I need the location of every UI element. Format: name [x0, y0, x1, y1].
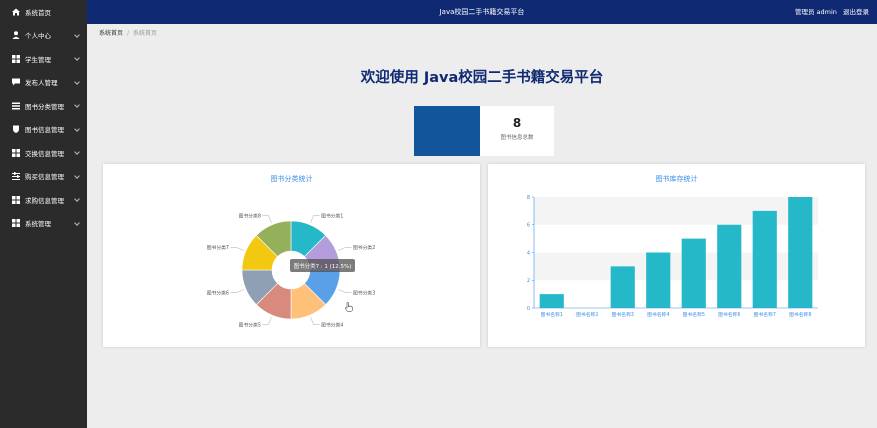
- chevron-down-icon: [74, 31, 80, 38]
- chevron-down-icon: [74, 149, 80, 155]
- pie-label-line: [310, 215, 320, 223]
- chat-icon: [12, 78, 20, 86]
- y-tick-label: 8: [527, 195, 530, 201]
- sidebar-item-books[interactable]: 图书信息管理: [0, 118, 87, 142]
- stat-label: 图书信息总数: [500, 135, 534, 141]
- chevron-down-icon: [74, 172, 80, 179]
- sidebar-item-label: 图书分类管理: [25, 102, 64, 111]
- pie-label-line: [262, 215, 272, 223]
- logout-button[interactable]: 退出登录: [843, 8, 869, 16]
- chevron-down-icon: [74, 78, 80, 85]
- bar[interactable]: [752, 210, 777, 308]
- chevron-down-icon: [74, 219, 80, 226]
- sidebar-item-label: 系统首页: [25, 8, 51, 17]
- bar[interactable]: [646, 252, 671, 309]
- sidebar-item-label: 个人中心: [25, 32, 51, 41]
- top-header: Java校园二手书籍交易平台 管理员 admin 退出登录: [87, 0, 877, 24]
- x-tick-label: 图书名称2: [576, 311, 598, 318]
- pie-label-line: [262, 317, 272, 325]
- pie-label: 图书分类7: [207, 244, 229, 251]
- pie-label: 图书分类8: [239, 212, 261, 219]
- stat-card: 8 图书信息总数: [480, 106, 554, 156]
- pie-label-line: [310, 317, 320, 325]
- x-tick-label: 图书名称8: [789, 311, 811, 318]
- stock-bar-chart[interactable]: 0 2 4 6 8 图书名称1 图书名称2 图书名称3 图书名称4 图书名称5 图书名称6 图书名称7…: [488, 164, 865, 347]
- stat-value: 8: [512, 116, 522, 130]
- sidebar-item-label: 求购信息管理: [25, 196, 64, 205]
- grid-icon: [12, 54, 20, 63]
- y-tick-label: 2: [527, 278, 530, 284]
- pie-label: 图书分类5: [239, 321, 261, 328]
- header-user-area: 管理员 admin 退出登录: [791, 0, 869, 24]
- bar[interactable]: [610, 266, 635, 308]
- pie-label-line: [338, 289, 352, 293]
- x-tick-label: 图书名称5: [683, 311, 705, 318]
- y-tick-label: 0: [527, 306, 530, 312]
- x-tick-label: 图书名称6: [718, 311, 740, 318]
- pie-label-line: [338, 247, 352, 251]
- x-tick-label: 图书名称4: [647, 311, 669, 318]
- sliders-icon: [12, 172, 20, 181]
- pie-label: 图书分类2: [353, 244, 375, 251]
- sidebar-item-label: 交换信息管理: [25, 149, 64, 158]
- breadcrumb-separator: /: [127, 30, 130, 37]
- bar[interactable]: [788, 197, 813, 308]
- chevron-down-icon: [74, 55, 80, 61]
- pie-label: 图书分类4: [321, 321, 343, 328]
- app-title: Java校园二手书籍交易平台: [439, 8, 525, 16]
- grid-icon: [12, 148, 20, 157]
- sidebar-item-label: 系统管理: [25, 220, 51, 229]
- x-tick-label: 图书名称7: [754, 311, 776, 318]
- chevron-down-icon: [74, 196, 80, 202]
- stat-icon-block: [414, 106, 480, 156]
- page-title: 欢迎使用 Java校园二手书籍交易平台: [360, 70, 604, 86]
- sidebar-item-exchange[interactable]: 交换信息管理: [0, 141, 87, 165]
- admin-user-label[interactable]: 管理员 admin: [795, 8, 837, 16]
- pie-label-line: [230, 289, 244, 293]
- sidebar-item-label: 学生管理: [25, 55, 51, 64]
- pie-label-line: [230, 247, 244, 251]
- category-donut-chart[interactable]: 图书分类1 图书分类2 图书分类3 图书分类4 图书分类5 图书分类6 图书分类7 图书分类8…: [103, 164, 480, 347]
- sidebar: 系统首页 个人中心 学生管理 发布人管理 图书分类管理 图书信息管理 交换信息管…: [0, 0, 87, 428]
- category-chart-panel: 图书分类统计 图书分类1 图书分类2 图书分类3 图书分类4 图书分类5 图书分类6 图书分…: [103, 164, 480, 347]
- user-icon: [12, 31, 20, 40]
- sidebar-item-students[interactable]: 学生管理: [0, 47, 87, 71]
- sidebar-item-wanted[interactable]: 求购信息管理: [0, 188, 87, 212]
- tooltip-text: 图书分类7 : 1 (12.5%): [294, 262, 352, 270]
- bar[interactable]: [717, 224, 742, 308]
- grid-icon: [12, 195, 20, 204]
- pie-label: 图书分类3: [353, 289, 375, 296]
- y-tick-label: 4: [527, 250, 530, 256]
- sidebar-item-label: 购买信息管理: [25, 173, 64, 182]
- sidebar-item-book-categories[interactable]: 图书分类管理: [0, 94, 87, 118]
- sidebar-item-home[interactable]: 系统首页: [0, 0, 87, 24]
- chart-title: 图书分类统计: [270, 175, 313, 183]
- breadcrumb: 系统首页 / 系统首页: [99, 28, 157, 37]
- x-tick-label: 图书名称3: [612, 311, 634, 318]
- pie-label: 图书分类1: [321, 212, 343, 219]
- breadcrumb-current: 系统首页: [133, 30, 158, 37]
- shield-icon: [12, 125, 20, 134]
- breadcrumb-home[interactable]: 系统首页: [99, 30, 123, 37]
- sidebar-item-profile[interactable]: 个人中心: [0, 24, 87, 48]
- sidebar-item-label: 发布人管理: [25, 79, 58, 88]
- sidebar-item-purchase[interactable]: 购买信息管理: [0, 165, 87, 189]
- grid-icon: [12, 219, 20, 228]
- sidebar-item-label: 图书信息管理: [25, 126, 64, 135]
- stock-chart-panel: 图书库存统计 0 2 4 6 8 图书名称1 图书名称2 图书名称3 图书名称4 图书名称5 图书名…: [488, 164, 865, 347]
- bar[interactable]: [681, 238, 706, 308]
- chart-tooltip: 图书分类7 : 1 (12.5%): [290, 259, 355, 272]
- home-icon: [12, 8, 20, 16]
- chevron-down-icon: [74, 125, 80, 132]
- x-tick-label: 图书名称1: [541, 311, 563, 318]
- bar[interactable]: [539, 294, 564, 308]
- sidebar-item-system[interactable]: 系统管理: [0, 212, 87, 236]
- pie-label: 图书分类6: [207, 289, 229, 296]
- list-icon: [12, 102, 20, 110]
- chevron-down-icon: [74, 102, 80, 108]
- sidebar-item-publishers[interactable]: 发布人管理: [0, 71, 87, 95]
- y-tick-label: 6: [527, 223, 530, 229]
- hand-cursor-icon: [345, 302, 353, 312]
- chart-title: 图书库存统计: [655, 175, 698, 183]
